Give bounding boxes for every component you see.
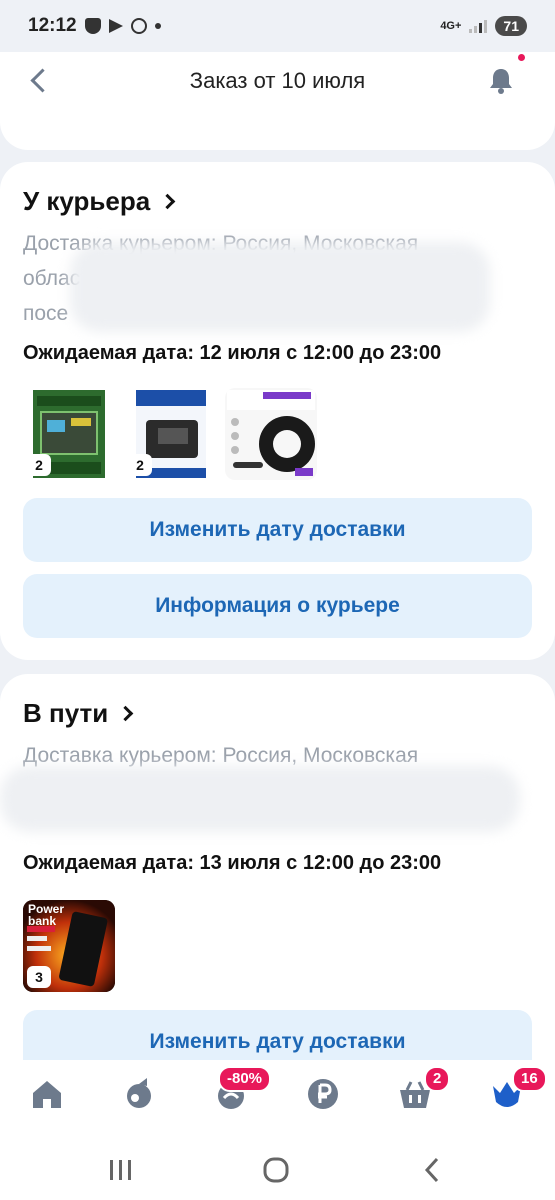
expected-date: Ожидаемая дата: 12 июля с 12:00 до 23:00: [23, 342, 442, 364]
address-redaction: [70, 242, 490, 332]
bell-icon: [490, 69, 512, 94]
product-thumbnail[interactable]: Power bank 3: [23, 900, 115, 992]
shipment-status-link[interactable]: У курьера: [23, 186, 176, 217]
item-quantity: 2: [128, 454, 152, 476]
notifications-button[interactable]: [484, 64, 518, 98]
shield-icon: [84, 18, 101, 34]
telegram-icon: [108, 19, 123, 33]
shipment-card-in-transit: В пути Доставка курьером: Россия, Москов…: [0, 674, 555, 1094]
system-navigation: [0, 1140, 555, 1200]
product-thumbnail[interactable]: 2: [23, 388, 115, 480]
globe-icon: [130, 18, 147, 34]
shipment-status: У курьера: [23, 186, 151, 216]
notification-dot: [518, 54, 525, 61]
profile-badge: 16: [512, 1066, 547, 1092]
dot-icon: [154, 23, 161, 29]
network-type: 4G+: [440, 20, 462, 32]
recent-apps-button[interactable]: [108, 1156, 134, 1184]
change-delivery-date-button[interactable]: Изменить дату доставки: [23, 498, 532, 562]
signal-icon: [469, 19, 488, 33]
sale-badge: -80%: [218, 1066, 272, 1092]
address-redaction: [0, 766, 520, 832]
status-time: 12:12: [28, 15, 77, 36]
item-quantity: 3: [27, 966, 51, 988]
chevron-right-icon: [117, 705, 134, 722]
shipment-card-courier: У курьера Доставка курьером: Россия, Мос…: [0, 162, 555, 660]
status-bar: 12:12 4G+ 71: [0, 0, 555, 52]
page-title: Заказ от 10 июля: [189, 68, 366, 93]
battery-level: 71: [495, 16, 527, 36]
expected-date: Ожидаемая дата: 13 июля с 12:00 до 23:00: [23, 852, 442, 874]
cart-badge: 2: [424, 1066, 451, 1092]
bottom-navigation: -80% 2 16: [0, 1060, 555, 1140]
catalog-icon: [127, 1078, 151, 1108]
nav-home[interactable]: [29, 1076, 65, 1112]
recent-apps-icon: [110, 1160, 131, 1180]
system-back-button[interactable]: [420, 1156, 444, 1184]
product-thumbnail[interactable]: 2: [124, 388, 216, 480]
product-thumbnail[interactable]: [225, 388, 317, 480]
nav-catalog[interactable]: [121, 1076, 157, 1112]
nav-payments[interactable]: [305, 1076, 341, 1112]
back-arrow-icon: [424, 1157, 439, 1183]
shipment-status: В пути: [23, 698, 109, 728]
shipment-status-link[interactable]: В пути: [23, 698, 134, 729]
chevron-right-icon: [159, 193, 176, 210]
cable-image: [225, 388, 317, 480]
item-quantity: 2: [27, 454, 51, 476]
app-header: Заказ от 10 июля: [0, 52, 555, 150]
product-label: Power bank: [28, 902, 65, 928]
ruble-icon: [308, 1079, 338, 1109]
home-circle-icon: [263, 1157, 289, 1183]
home-button[interactable]: [262, 1156, 290, 1184]
courier-info-button[interactable]: Информация о курьере: [23, 574, 532, 638]
home-icon: [33, 1081, 61, 1108]
